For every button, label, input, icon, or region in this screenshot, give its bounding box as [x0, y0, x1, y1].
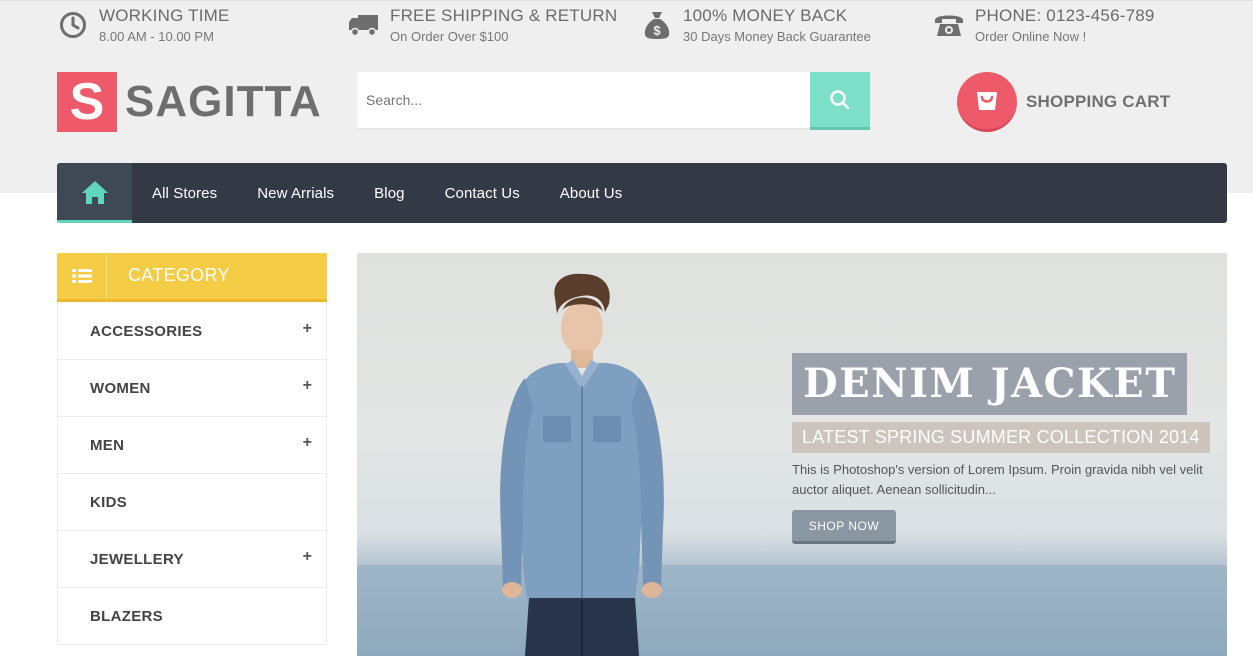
category-item-label: KIDS [90, 494, 128, 511]
info-title: FREE SHIPPING & RETURN [390, 6, 618, 25]
banner-description: This is Photoshop's version of Lorem Ips… [792, 462, 1203, 497]
info-title: WORKING TIME [99, 6, 230, 25]
info-shipping: FREE SHIPPING & RETURN On Order Over $10… [348, 6, 617, 44]
svg-text:$: $ [653, 23, 661, 38]
category-item-blazers[interactable]: BLAZERS [57, 588, 327, 645]
category-item-kids[interactable]: KIDS [57, 474, 327, 531]
category-list: ACCESSORIES + WOMEN + MEN + KIDS JEWELLE… [57, 303, 327, 645]
info-subtitle: 30 Days Money Back Guarantee [683, 29, 871, 44]
home-icon [81, 180, 108, 204]
category-item-label: JEWELLERY [90, 551, 184, 568]
nav-item-contact-us[interactable]: Contact Us [445, 185, 520, 202]
page: WORKING TIME 8.00 AM - 10.00 PM FREE SHI… [0, 0, 1253, 656]
logo-name: SAGITTA [125, 77, 322, 126]
search-button[interactable] [810, 72, 870, 130]
category-item-label: ACCESSORIES [90, 323, 203, 340]
info-money-back: $ 100% MONEY BACK 30 Days Money Back Gua… [641, 6, 871, 44]
expand-icon[interactable]: + [303, 320, 312, 338]
banner-title-box: DENIM JACKET [792, 353, 1188, 415]
banner-subtitle-box: LATEST SPRING SUMMER COLLECTION 2014 [792, 422, 1210, 453]
clock-icon [57, 9, 89, 41]
hero-banner: DENIM JACKET LATEST SPRING SUMMER COLLEC… [357, 253, 1227, 656]
phone-icon [933, 9, 965, 41]
nav-item-about-us[interactable]: About Us [560, 185, 623, 202]
info-subtitle: Order Online Now ! [975, 29, 1087, 44]
search-icon [830, 89, 850, 109]
category-item-women[interactable]: WOMEN + [57, 360, 327, 417]
category-item-men[interactable]: MEN + [57, 417, 327, 474]
info-subtitle: 8.00 AM - 10.00 PM [99, 29, 214, 44]
cart-label: SHOPPING CART [1026, 92, 1171, 111]
site-logo[interactable]: S SAGITTA [57, 72, 322, 132]
expand-icon[interactable]: + [303, 377, 312, 395]
truck-icon [348, 9, 380, 41]
nav-item-all-stores[interactable]: All Stores [152, 185, 217, 202]
category-item-label: MEN [90, 437, 125, 454]
banner-title: DENIM JACKET [803, 360, 1177, 407]
info-title: 100% MONEY BACK [683, 6, 848, 25]
shopping-cart[interactable]: SHOPPING CART [957, 72, 1170, 132]
banner-subtitle: LATEST SPRING SUMMER COLLECTION 2014 [802, 427, 1200, 447]
category-item-label: WOMEN [90, 380, 151, 397]
list-icon [57, 253, 107, 299]
shop-now-button[interactable]: SHOP NOW [792, 510, 896, 544]
category-item-jewellery[interactable]: JEWELLERY + [57, 531, 327, 588]
search-bar [357, 72, 870, 130]
money-bag-icon: $ [641, 9, 673, 41]
expand-icon[interactable]: + [303, 434, 312, 452]
nav-home[interactable] [57, 163, 132, 223]
nav-item-blog[interactable]: Blog [374, 185, 404, 202]
shopping-bag-icon [957, 72, 1017, 132]
category-item-label: BLAZERS [90, 608, 163, 625]
nav-item-new-arrivals[interactable]: New Arrials [257, 185, 334, 202]
main-nav: All Stores New Arrials Blog Contact Us A… [57, 163, 1227, 223]
info-phone: PHONE: 0123-456-789 Order Online Now ! [933, 6, 1155, 44]
logo-mark: S [57, 72, 117, 132]
expand-icon[interactable]: + [303, 548, 312, 566]
info-subtitle: On Order Over $100 [390, 29, 509, 44]
category-header: CATEGORY [57, 253, 327, 302]
info-title: PHONE: 0123-456-789 [975, 6, 1155, 25]
model-image [500, 273, 664, 656]
search-input[interactable] [357, 72, 810, 128]
category-item-accessories[interactable]: ACCESSORIES + [57, 303, 327, 360]
category-title: CATEGORY [128, 265, 230, 285]
info-working-time: WORKING TIME 8.00 AM - 10.00 PM [57, 6, 230, 44]
logo-letter: S [69, 73, 105, 131]
